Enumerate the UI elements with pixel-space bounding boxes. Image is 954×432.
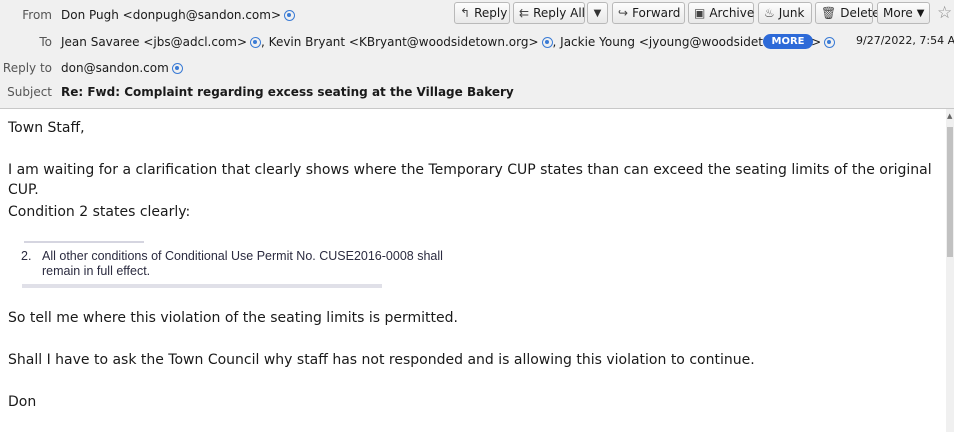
message-header: ↰ Reply ⇇ Reply All ▼ ↪ Forward ▣ Archiv… <box>0 0 954 109</box>
junk-button[interactable]: ♨ Junk <box>758 2 812 24</box>
cropped-line <box>22 284 382 288</box>
paragraph: Condition 2 states clearly: <box>8 204 191 220</box>
junk-icon: ♨ <box>764 6 775 20</box>
from-label: From <box>22 8 52 22</box>
more-button[interactable]: More ▼ <box>877 2 930 24</box>
trash-icon: 🗑 <box>821 6 837 20</box>
paragraph: So tell me where this violation of the s… <box>8 310 458 326</box>
cropped-line <box>24 241 144 243</box>
archive-button[interactable]: ▣ Archive <box>688 2 754 24</box>
archive-icon: ▣ <box>694 6 706 20</box>
scroll-up-icon[interactable]: ▲ <box>947 112 952 120</box>
more-recipients-badge[interactable]: MORE <box>763 34 813 49</box>
signature: Don <box>8 394 37 410</box>
reply-all-button[interactable]: ⇇ Reply All <box>513 2 585 24</box>
from-value[interactable]: Don Pugh <donpugh@sandon.com> <box>61 8 296 22</box>
recipient[interactable]: Jean Savaree <jbs@adcl.com> <box>61 35 247 49</box>
chevron-down-icon: ▼ <box>593 7 602 19</box>
contact-icon[interactable] <box>541 37 553 48</box>
forward-button[interactable]: ↪ Forward <box>612 2 685 24</box>
to-label: To <box>39 35 52 49</box>
condition-text: remain in full effect. <box>42 264 151 278</box>
subject-value: Re: Fwd: Complaint regarding excess seat… <box>61 85 514 99</box>
message-body: Town Staff, I am waiting for a clarifica… <box>0 109 946 432</box>
subject-label: Subject <box>7 85 52 99</box>
paragraph: CUP. <box>8 182 39 198</box>
reply-to-label: Reply to <box>2 61 52 75</box>
contact-icon[interactable] <box>284 10 296 21</box>
forward-icon: ↪ <box>618 6 629 20</box>
message-date: 9/27/2022, 7:54 AM <box>856 34 954 47</box>
reply-to-value[interactable]: don@sandon.com <box>61 61 183 75</box>
contact-icon[interactable] <box>824 37 836 48</box>
to-recipients: Jean Savaree <jbs@adcl.com>, Kevin Bryan… <box>61 35 836 49</box>
reply-button[interactable]: ↰ Reply <box>454 2 510 24</box>
scroll-thumb[interactable] <box>947 127 953 257</box>
condition-number: 2. <box>21 249 32 263</box>
chevron-down-icon: ▼ <box>916 7 925 19</box>
reply-icon: ↰ <box>460 6 471 20</box>
quoted-condition-image: 2. All other conditions of Conditional U… <box>16 240 476 290</box>
recipient[interactable]: Kevin Bryant <KBryant@woodsidetown.org> <box>269 35 539 49</box>
paragraph: I am waiting for a clarification that cl… <box>8 162 932 178</box>
star-icon[interactable]: ☆ <box>937 3 952 23</box>
contact-icon[interactable] <box>171 63 183 74</box>
reply-all-dropdown[interactable]: ▼ <box>587 2 608 24</box>
vertical-scrollbar[interactable]: ▲ <box>946 109 954 432</box>
reply-all-icon: ⇇ <box>519 6 530 20</box>
paragraph: Shall I have to ask the Town Council why… <box>8 352 755 368</box>
contact-icon[interactable] <box>250 37 262 48</box>
greeting: Town Staff, <box>8 120 85 136</box>
delete-button[interactable]: 🗑 Delete <box>815 2 880 24</box>
condition-text: All other conditions of Conditional Use … <box>42 249 443 263</box>
